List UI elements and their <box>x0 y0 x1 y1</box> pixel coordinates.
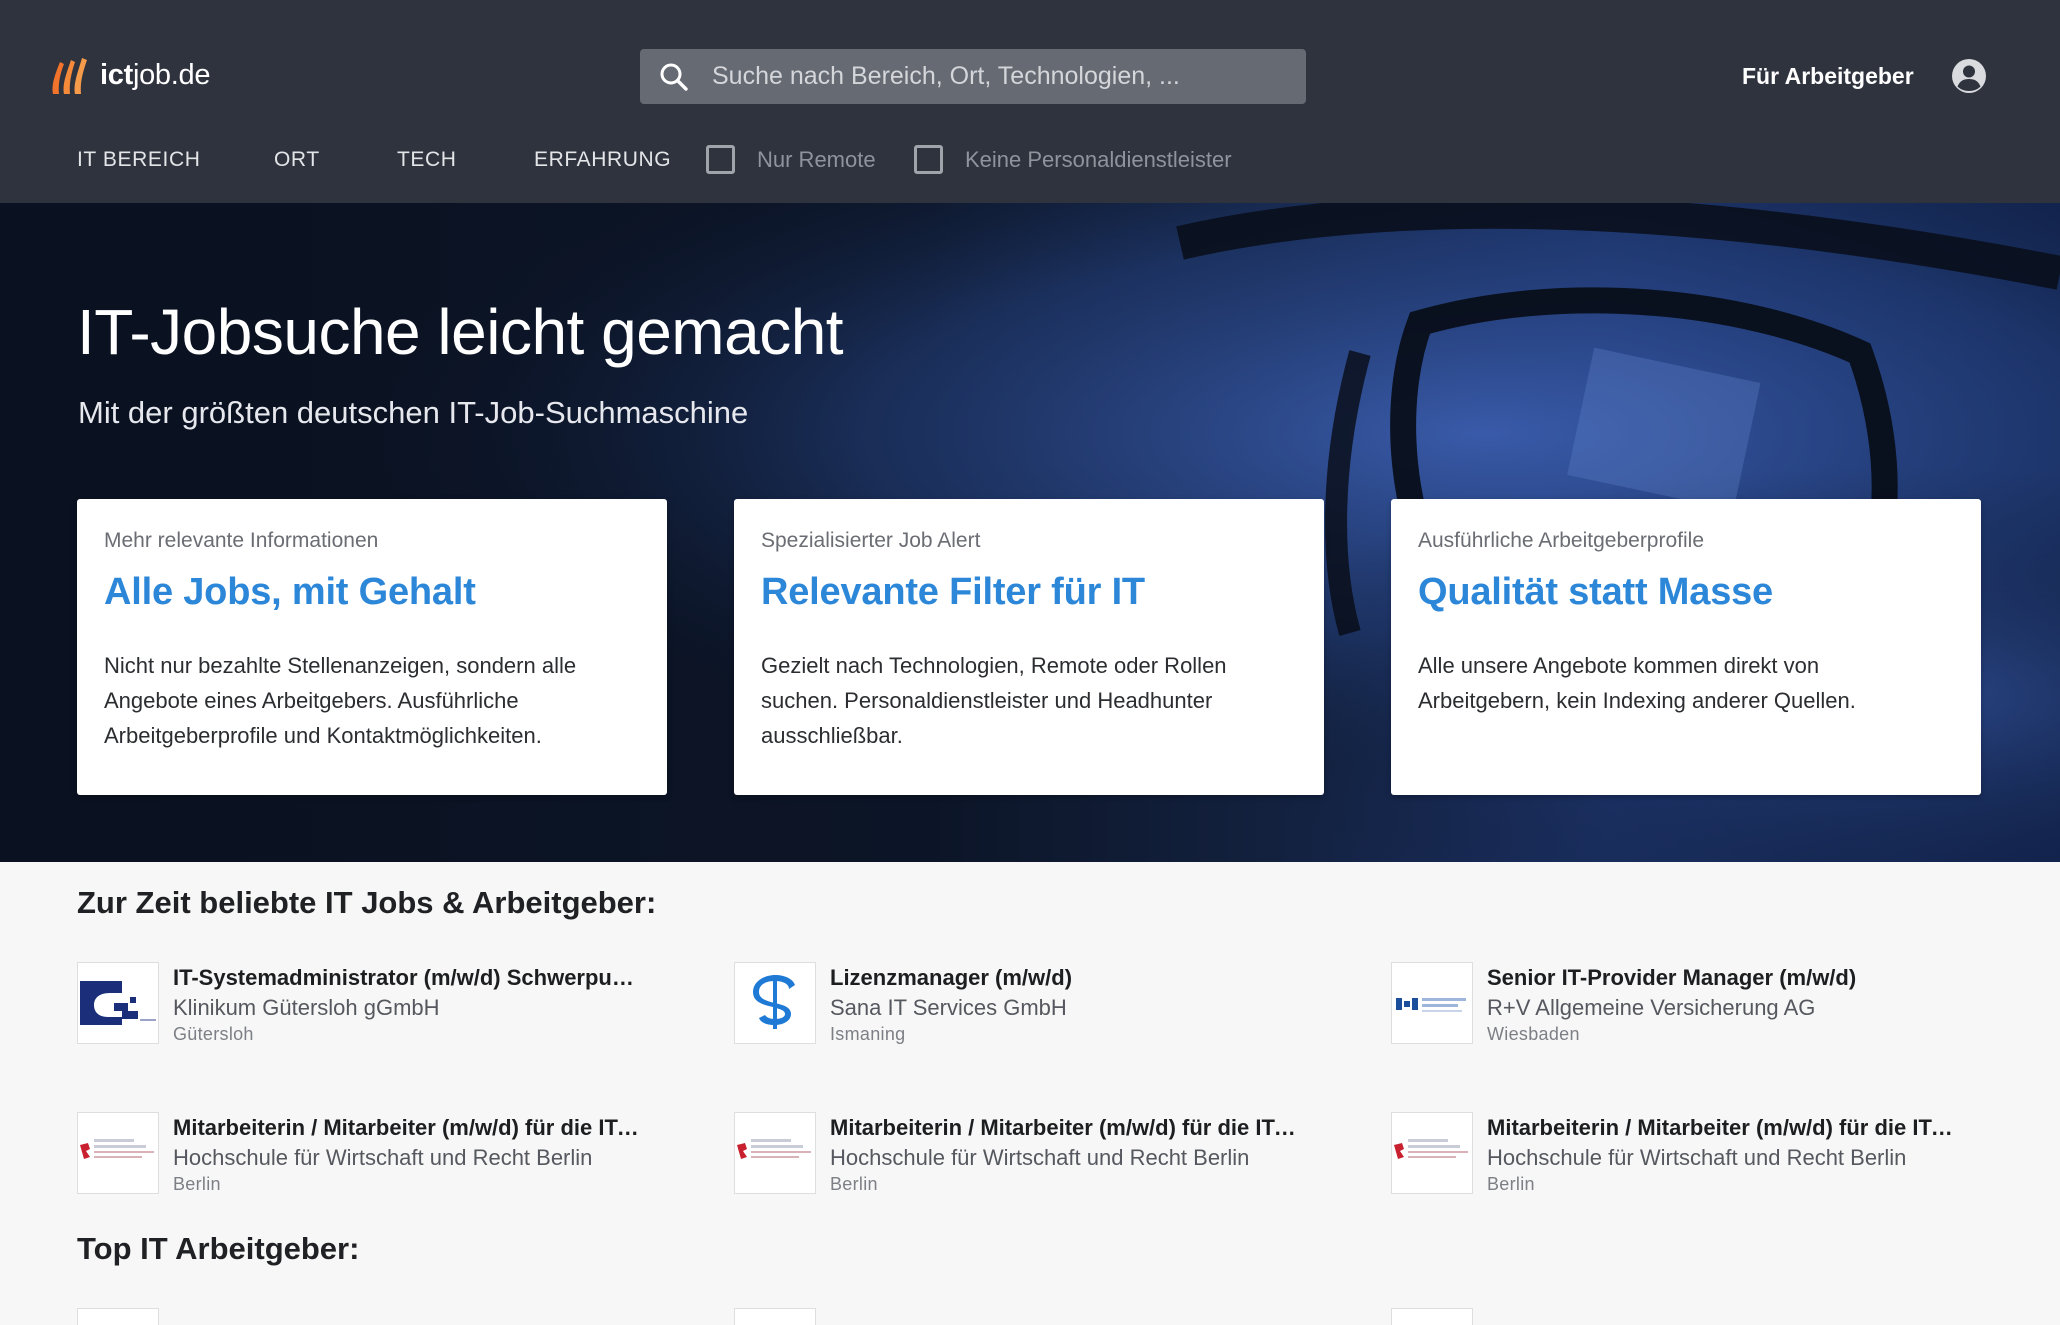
remote-only-filter[interactable]: Nur Remote <box>706 145 876 174</box>
job-listing[interactable]: IT-Systemadministrator (m/w/d) Schwerpun… <box>77 962 643 1052</box>
filter-tab-ort[interactable]: ORT <box>274 148 320 172</box>
feature-card-kicker: Spezialisierter Job Alert <box>761 529 981 552</box>
job-company: Hochschule für Wirtschaft und Recht Berl… <box>830 1145 1250 1170</box>
job-location: Wiesbaden <box>1487 1024 1580 1044</box>
job-title: Lizenzmanager (m/w/d) <box>830 965 1073 990</box>
sana-logo-icon <box>734 962 816 1044</box>
job-company: R+V Allgemeine Versicherung AG <box>1487 995 1816 1020</box>
feature-card-kicker: Ausführliche Arbeitgeberprofile <box>1418 529 1705 552</box>
job-company: Hochschule für Wirtschaft und Recht Berl… <box>1487 1145 1907 1170</box>
hero-subtitle: Mit der größten deutschen IT-Job-Suchmas… <box>78 395 749 430</box>
job-company: Hochschule für Wirtschaft und Recht Berl… <box>173 1145 593 1170</box>
feature-card-text: Nicht nur bezahlte Stellenanzeigen, sond… <box>104 653 577 748</box>
no-agencies-checkbox[interactable] <box>914 145 943 174</box>
no-agencies-filter[interactable]: Keine Personaldienstleister <box>914 145 1232 174</box>
job-listing[interactable]: Mitarbeiterin / Mitarbeiter (m/w/d) für … <box>1391 1112 1957 1202</box>
for-employers-link[interactable]: Für Arbeitgeber <box>1742 63 1914 90</box>
hwr-logo-icon <box>1391 1112 1473 1194</box>
feature-card-text: Gezielt nach Technologien, Remote oder R… <box>761 653 1227 748</box>
logo-wordmark: ictjob.de <box>100 58 211 91</box>
hwr-logo-icon <box>734 1112 816 1194</box>
feature-card-quality: Ausführliche Arbeitgeberprofile Qualität… <box>1391 499 1981 795</box>
remote-only-checkbox[interactable] <box>706 145 735 174</box>
ruv-logo-icon <box>1391 962 1473 1044</box>
job-location: Berlin <box>1487 1174 1535 1194</box>
job-title: Mitarbeiterin / Mitarbeiter (m/w/d) für … <box>830 1115 1300 1140</box>
top-employers-heading: Top IT Arbeitgeber: <box>77 1231 360 1266</box>
feature-card-title[interactable]: Relevante Filter für IT <box>761 571 1297 614</box>
klinikum-logo-icon <box>77 962 159 1044</box>
hwr-logo-icon <box>77 1112 159 1194</box>
logo-flame-icon <box>52 58 87 94</box>
job-location: Berlin <box>173 1174 221 1194</box>
top-employer-logo[interactable] <box>77 1308 159 1325</box>
job-listing[interactable]: Lizenzmanager (m/w/d) Sana IT Services G… <box>734 962 1294 1052</box>
job-company: Klinikum Gütersloh gGmbH <box>173 995 440 1020</box>
feature-card-text: Alle unsere Angebote kommen direkt von A… <box>1418 653 1856 713</box>
job-title: Senior IT-Provider Manager (m/w/d) <box>1487 965 1857 990</box>
search-bar[interactable] <box>640 49 1306 104</box>
feature-card-title[interactable]: Qualität statt Masse <box>1418 571 1954 614</box>
job-location: Berlin <box>830 1174 878 1194</box>
top-employer-logo[interactable] <box>734 1308 816 1325</box>
job-title: Mitarbeiterin / Mitarbeiter (m/w/d) für … <box>1487 1115 1957 1140</box>
job-title: Mitarbeiterin / Mitarbeiter (m/w/d) für … <box>173 1115 643 1140</box>
job-listing[interactable]: Mitarbeiterin / Mitarbeiter (m/w/d) für … <box>77 1112 643 1202</box>
remote-only-label: Nur Remote <box>757 146 876 172</box>
hero-section: IT-Jobsuche leicht gemacht Mit der größt… <box>0 203 2060 862</box>
feature-card-title[interactable]: Alle Jobs, mit Gehalt <box>104 571 640 614</box>
feature-card-kicker: Mehr relevante Informationen <box>104 529 379 552</box>
search-icon <box>660 63 688 91</box>
job-listing[interactable]: Senior IT-Provider Manager (m/w/d) R+V A… <box>1391 962 1951 1052</box>
job-company: Sana IT Services GmbH <box>830 995 1067 1020</box>
site-logo[interactable]: ictjob.de <box>50 50 210 100</box>
top-employer-logo[interactable] <box>1391 1308 1473 1325</box>
filter-tab-erfahrung[interactable]: ERFAHRUNG <box>534 148 671 172</box>
feature-card-filters: Spezialisierter Job Alert Relevante Filt… <box>734 499 1324 795</box>
job-location: Gütersloh <box>173 1024 254 1044</box>
feature-card-salary: Mehr relevante Informationen Alle Jobs, … <box>77 499 667 795</box>
account-icon[interactable] <box>1951 58 1987 94</box>
job-listing[interactable]: Mitarbeiterin / Mitarbeiter (m/w/d) für … <box>734 1112 1300 1202</box>
search-input[interactable] <box>712 49 1290 104</box>
popular-jobs-heading: Zur Zeit beliebte IT Jobs & Arbeitgeber: <box>77 885 657 920</box>
job-title: IT-Systemadministrator (m/w/d) Schwerpun… <box>173 965 643 990</box>
filter-bar: IT BEREICH ORT TECH ERFAHRUNG Nur Remote… <box>0 140 1400 184</box>
hero-title: IT-Jobsuche leicht gemacht <box>77 296 844 368</box>
filter-tab-tech[interactable]: TECH <box>397 148 457 172</box>
no-agencies-label: Keine Personaldienstleister <box>965 146 1232 172</box>
filter-tab-it-bereich[interactable]: IT BEREICH <box>77 148 200 172</box>
job-location: Ismaning <box>830 1024 906 1044</box>
top-header: ictjob.de Für Arbeitgeber IT BEREICH ORT… <box>0 0 2060 203</box>
